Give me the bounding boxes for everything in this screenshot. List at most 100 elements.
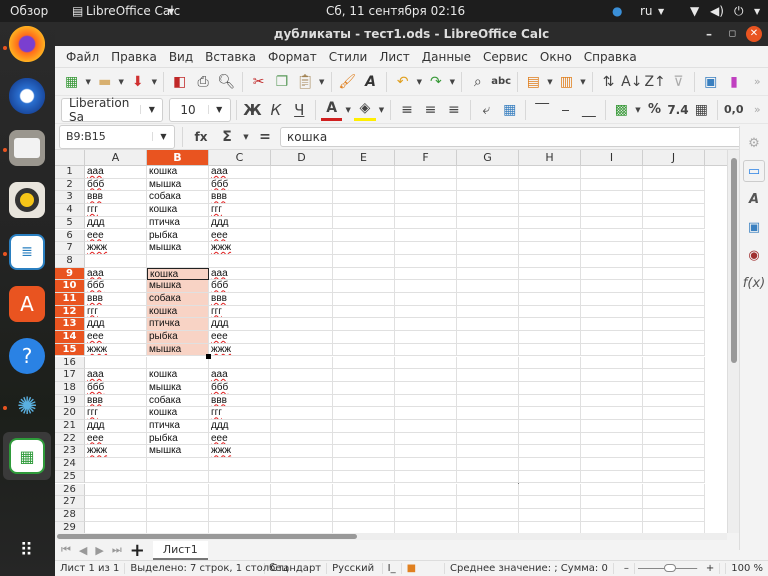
cell-g16[interactable] <box>457 356 519 370</box>
cell-i2[interactable] <box>581 178 643 192</box>
underline-button[interactable]: Ч <box>289 99 310 121</box>
app-menu[interactable]: LibreOffice Calc <box>86 4 180 18</box>
cell-a29[interactable] <box>85 521 147 533</box>
align-center-icon[interactable]: ≡ <box>420 99 441 121</box>
styles-icon[interactable]: A <box>743 188 765 210</box>
cell-h4[interactable] <box>519 204 581 217</box>
cell-f27[interactable] <box>395 496 457 509</box>
cell-j5[interactable] <box>643 216 705 230</box>
cell-j2[interactable] <box>643 178 705 192</box>
cell-b8[interactable] <box>147 254 209 268</box>
row-header[interactable]: 9 <box>55 267 85 281</box>
zoom-out-button[interactable]: – <box>619 563 635 574</box>
cell-f18[interactable] <box>395 381 457 395</box>
row-header[interactable]: 28 <box>55 508 85 522</box>
sort-icon[interactable]: ⇅ <box>598 71 619 93</box>
cell-a3[interactable]: ввв <box>85 191 147 205</box>
cell-g2[interactable] <box>457 178 519 192</box>
cell-i19[interactable] <box>581 394 643 408</box>
chevron-down-icon[interactable]: ▼ <box>318 78 326 86</box>
cell-b10[interactable]: мышка <box>147 280 209 293</box>
redo-icon[interactable]: ↷ <box>425 71 446 93</box>
sort-ascending-icon[interactable]: A↓ <box>621 71 642 93</box>
chevron-down-icon[interactable]: ▼ <box>152 132 174 141</box>
minimize-button[interactable]: – <box>706 22 712 46</box>
cell-e4[interactable] <box>333 204 395 217</box>
cell-h20[interactable] <box>519 407 581 420</box>
cell-a16[interactable] <box>85 356 147 370</box>
align-left-icon[interactable]: ≡ <box>396 99 417 121</box>
cell-d2[interactable] <box>271 178 333 192</box>
first-sheet-button[interactable]: ⏮ <box>61 543 71 557</box>
chevron-down-icon[interactable]: ▼ <box>634 106 642 114</box>
zoom-level[interactable]: 100 % <box>726 563 768 574</box>
cell-j29[interactable] <box>643 521 705 533</box>
cell-c7[interactable]: жжж <box>209 242 271 255</box>
cell-i20[interactable] <box>581 407 643 420</box>
more-options-icon[interactable]: » <box>747 71 768 93</box>
cell-b7[interactable]: мышка <box>147 242 209 255</box>
cell-j3[interactable] <box>643 191 705 205</box>
cell-f19[interactable] <box>395 394 457 408</box>
cell-h1[interactable] <box>519 166 581 179</box>
cell-h27[interactable] <box>519 496 581 509</box>
cell-g29[interactable] <box>457 521 519 533</box>
status-language[interactable]: Русский <box>327 563 383 574</box>
last-sheet-button[interactable]: ⏭ <box>112 543 122 557</box>
cell-g22[interactable] <box>457 432 519 446</box>
cell-f14[interactable] <box>395 331 457 344</box>
cell-a11[interactable]: ввв <box>85 293 147 306</box>
show-apps-icon[interactable]: ⠿ <box>9 532 45 568</box>
column-header-i[interactable]: I <box>581 150 643 166</box>
cell-i21[interactable] <box>581 420 643 433</box>
chevron-down-icon[interactable]: ▼ <box>207 105 230 114</box>
cell-e20[interactable] <box>333 407 395 420</box>
cell-a15[interactable]: жжж <box>85 343 147 357</box>
cell-c1[interactable]: ааа <box>209 166 271 179</box>
cell-e16[interactable] <box>333 356 395 370</box>
cell-e22[interactable] <box>333 432 395 446</box>
cell-a21[interactable]: ддд <box>85 420 147 433</box>
cell-i11[interactable] <box>581 293 643 306</box>
cell-e11[interactable] <box>333 293 395 306</box>
cell-i8[interactable] <box>581 254 643 268</box>
cell-g14[interactable] <box>457 331 519 344</box>
row-header[interactable]: 17 <box>55 369 85 382</box>
cell-d12[interactable] <box>271 305 333 319</box>
cell-j24[interactable] <box>643 458 705 471</box>
cell-b15[interactable]: мышка <box>147 343 209 357</box>
cell-d29[interactable] <box>271 521 333 533</box>
cell-d20[interactable] <box>271 407 333 420</box>
cell-g8[interactable] <box>457 254 519 268</box>
cell-j15[interactable] <box>643 343 705 357</box>
cell-b26[interactable] <box>147 483 209 497</box>
cell-e10[interactable] <box>333 280 395 293</box>
cell-h19[interactable] <box>519 394 581 408</box>
menu-insert[interactable]: Вставка <box>199 50 262 64</box>
cell-d3[interactable] <box>271 191 333 205</box>
cell-f8[interactable] <box>395 254 457 268</box>
cell-d23[interactable] <box>271 445 333 459</box>
cell-f21[interactable] <box>395 420 457 433</box>
cell-b23[interactable]: мышка <box>147 445 209 459</box>
cell-i5[interactable] <box>581 216 643 230</box>
menu-sheet[interactable]: Лист <box>373 50 415 64</box>
cell-c16[interactable] <box>209 356 271 370</box>
cell-c12[interactable]: ггг <box>209 305 271 319</box>
cell-a12[interactable]: ггг <box>85 305 147 319</box>
font-color-icon[interactable]: A <box>320 99 343 121</box>
cell-f2[interactable] <box>395 178 457 192</box>
cell-d10[interactable] <box>271 280 333 293</box>
cell-g19[interactable] <box>457 394 519 408</box>
menu-window[interactable]: Окно <box>534 50 578 64</box>
chevron-down-icon[interactable]: ▼ <box>546 78 554 86</box>
cell-a2[interactable]: ббб <box>85 178 147 192</box>
cell-d11[interactable] <box>271 293 333 306</box>
cell-c15[interactable]: жжж <box>209 343 271 357</box>
cell-e21[interactable] <box>333 420 395 433</box>
cell-i26[interactable] <box>581 483 643 497</box>
horizontal-scroll-thumb[interactable] <box>57 534 357 539</box>
cell-a9[interactable]: ааа <box>85 267 147 281</box>
cell-c6[interactable]: еее <box>209 229 271 243</box>
cell-g20[interactable] <box>457 407 519 420</box>
